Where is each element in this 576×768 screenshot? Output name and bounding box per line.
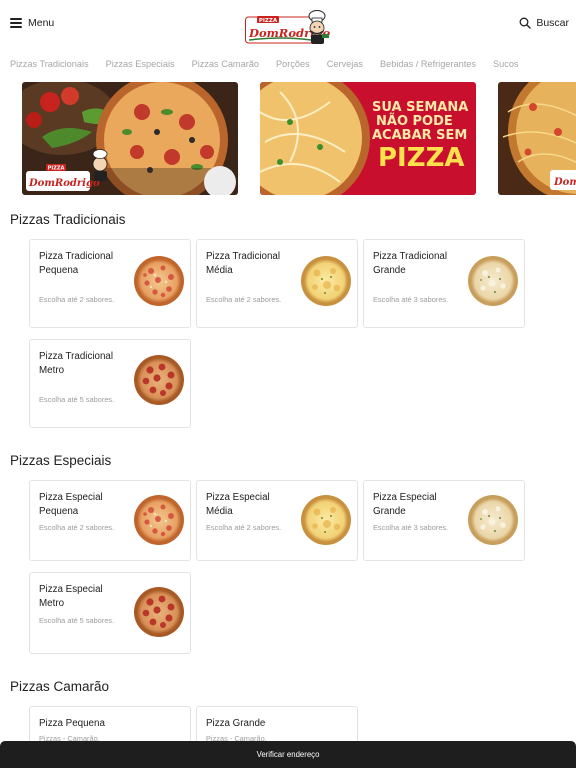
product-description: Escolha até 2 sabores.	[206, 295, 282, 304]
product-description: Escolha até 3 sabores.	[373, 523, 449, 532]
product-card[interactable]: Pizza Especial Metro Escolha até 5 sabor…	[29, 572, 191, 654]
tab-bebidas-refrigerantes[interactable]: Bebidas / Refrigerantes	[380, 52, 476, 76]
tab-cervejas[interactable]: Cervejas	[327, 52, 363, 76]
banner-highlight: PIZZA	[378, 143, 465, 173]
pizza-pepperoni-icon	[133, 494, 185, 546]
search-button[interactable]: Buscar	[519, 17, 569, 29]
product-card[interactable]: Pizza Especial Média Escolha até 2 sabor…	[196, 480, 358, 561]
dom-rodrigo-logo[interactable]: PIZZA DomRodrigo	[245, 7, 331, 45]
section-title: Pizzas Tradicionais	[10, 212, 126, 227]
banner-pizza-1[interactable]: DomRodrigo PIZZA	[22, 82, 238, 195]
category-tabs: Pizzas Tradicionais Pizzas Especiais Piz…	[0, 52, 576, 76]
product-name: Pizza Especial Pequena	[39, 492, 103, 517]
product-card[interactable]: Pizza Tradicional Grande Escolha até 3 s…	[363, 239, 525, 328]
section-title: Pizzas Camarão	[10, 679, 110, 694]
pizza-cheese-icon	[300, 494, 352, 546]
product-name: Pizza Tradicional Grande	[373, 251, 448, 276]
hamburger-icon	[10, 18, 22, 28]
product-name: Pizza Especial Metro	[39, 584, 103, 609]
product-name: Pizza Tradicional Média	[206, 251, 281, 276]
search-label: Buscar	[536, 17, 569, 29]
pizza-pepperoni-icon	[133, 255, 185, 307]
banner-line-3: ACABAR SEM	[372, 128, 467, 143]
product-name: Pizza Tradicional Pequena	[39, 251, 114, 276]
product-card[interactable]: Pizza Tradicional Pequena Escolha até 2 …	[29, 239, 191, 328]
banner-line-1: SUA SEMANA	[372, 100, 468, 115]
product-name: Pizza Especial Média	[206, 492, 270, 517]
pizza-salami-icon	[133, 354, 185, 406]
product-name: Pizza Especial Grande	[373, 492, 437, 517]
verify-address-button[interactable]: Verificar endereço	[0, 741, 576, 768]
pizza-light-icon	[467, 255, 519, 307]
menu-label: Menu	[28, 17, 55, 29]
pizza-light-icon	[467, 494, 519, 546]
banner-line-2: NÃO PODE	[376, 113, 453, 129]
product-description: Escolha até 5 sabores.	[39, 395, 115, 404]
product-description: Escolha até 2 sabores.	[39, 295, 115, 304]
product-card[interactable]: Pizza Especial Grande Escolha até 3 sabo…	[363, 480, 525, 561]
tab-pizzas-tradicionais[interactable]: Pizzas Tradicionais	[10, 52, 89, 76]
pizza-cheese-icon	[300, 255, 352, 307]
product-name: Pizza Pequena	[39, 718, 105, 729]
search-icon	[519, 17, 532, 29]
tab-pizzas-especiais[interactable]: Pizzas Especiais	[106, 52, 175, 76]
banner-logo-tag: PIZZA	[48, 166, 65, 172]
banner-carousel[interactable]: DomRodrigo PIZZA SUA SEMANA NÃO PODE ACA…	[22, 82, 576, 195]
menu-button[interactable]: Menu	[10, 17, 54, 29]
product-description: Escolha até 5 sabores.	[39, 616, 115, 625]
banner-promo-pizza[interactable]: SUA SEMANA NÃO PODE ACABAR SEM PIZZA	[260, 82, 476, 195]
tab-porcoes[interactable]: Porções	[276, 52, 310, 76]
product-description: Escolha até 3 sabores.	[373, 295, 449, 304]
product-description: Escolha até 2 sabores.	[39, 523, 115, 532]
pizza-salami-icon	[133, 586, 185, 638]
product-name: Pizza Grande	[206, 718, 266, 729]
product-card[interactable]: Pizza Especial Pequena Escolha até 2 sab…	[29, 480, 191, 561]
banner-logo-text: DomRodrigo	[28, 178, 100, 189]
top-bar: Menu PIZZA DomRodrigo Buscar	[0, 0, 576, 52]
product-card[interactable]: Pizza Tradicional Média Escolha até 2 sa…	[196, 239, 358, 328]
logo-tag: PIZZA	[259, 18, 278, 24]
tab-sucos[interactable]: Sucos	[493, 52, 519, 76]
section-title: Pizzas Especiais	[10, 453, 112, 468]
tab-pizzas-camarao[interactable]: Pizzas Camarão	[192, 52, 259, 76]
product-card[interactable]: Pizza Tradicional Metro Escolha até 5 sa…	[29, 339, 191, 428]
banner-pizza-3[interactable]: Dom	[498, 82, 576, 195]
product-name: Pizza Tradicional Metro	[39, 351, 114, 376]
banner-logo-text: Dom	[553, 177, 576, 188]
product-description: Escolha até 2 sabores.	[206, 523, 282, 532]
